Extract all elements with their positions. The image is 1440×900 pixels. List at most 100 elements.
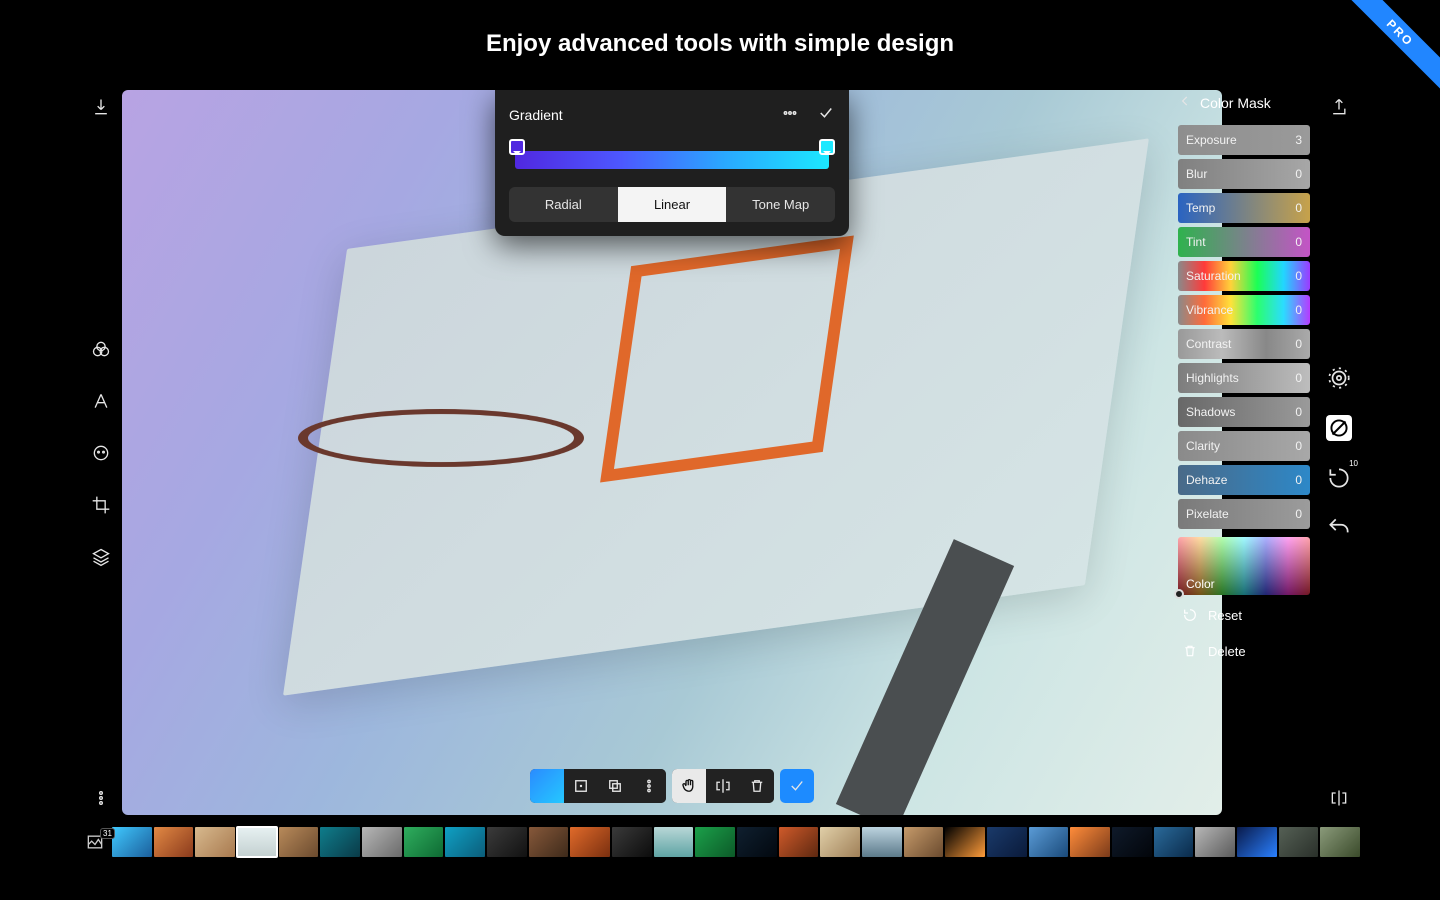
filmstrip-thumb[interactable] bbox=[987, 827, 1027, 857]
slider-blur[interactable]: Blur 0 bbox=[1178, 159, 1310, 189]
slider-dehaze[interactable]: Dehaze0 bbox=[1178, 465, 1310, 495]
slider-label: Blur bbox=[1186, 167, 1207, 181]
slider-contrast[interactable]: Contrast0 bbox=[1178, 329, 1310, 359]
gradient-tab-tonemap[interactable]: Tone Map bbox=[726, 187, 835, 222]
filmstrip-thumb[interactable] bbox=[320, 827, 360, 857]
tool-delete-icon[interactable] bbox=[740, 769, 774, 803]
mask-tool-icon[interactable] bbox=[1326, 415, 1352, 441]
filmstrip-thumb[interactable] bbox=[862, 827, 902, 857]
filmstrip-thumb[interactable] bbox=[570, 827, 610, 857]
share-icon[interactable] bbox=[1328, 96, 1350, 118]
slider-label: Tint bbox=[1186, 235, 1206, 249]
slider-label: Clarity bbox=[1186, 439, 1220, 453]
placeholder-target-square bbox=[600, 235, 854, 482]
filmstrip-thumb[interactable] bbox=[112, 827, 152, 857]
gradient-tab-radial[interactable]: Radial bbox=[509, 187, 618, 222]
filmstrip-thumb[interactable] bbox=[404, 827, 444, 857]
history-icon[interactable]: 10 bbox=[1326, 465, 1352, 491]
filmstrip-thumb[interactable] bbox=[904, 827, 944, 857]
compare-icon[interactable] bbox=[1328, 787, 1350, 809]
slider-value: 0 bbox=[1295, 507, 1302, 521]
slider-value: 0 bbox=[1295, 371, 1302, 385]
tool-selection-icon[interactable] bbox=[564, 769, 598, 803]
slider-label: Pixelate bbox=[1186, 507, 1229, 521]
slider-label: Temp bbox=[1186, 201, 1215, 215]
filmstrip-thumb[interactable] bbox=[237, 827, 277, 857]
filmstrip-thumb[interactable] bbox=[1112, 827, 1152, 857]
slider-value: 0 bbox=[1295, 167, 1302, 181]
filmstrip[interactable]: 31 bbox=[80, 824, 1360, 860]
slider-shadows[interactable]: Shadows 0 bbox=[1178, 397, 1310, 427]
filmstrip-thumb[interactable] bbox=[779, 827, 819, 857]
slider-color[interactable]: Color bbox=[1178, 537, 1310, 595]
filmstrip-thumb[interactable] bbox=[695, 827, 735, 857]
delete-button[interactable]: Delete bbox=[1178, 635, 1310, 667]
slider-temp[interactable]: Temp 0 bbox=[1178, 193, 1310, 223]
slider-value: 0 bbox=[1295, 405, 1302, 419]
face-icon[interactable] bbox=[90, 442, 112, 464]
slider-value: 0 bbox=[1295, 269, 1302, 283]
slider-pixelate[interactable]: Pixelate 0 bbox=[1178, 499, 1310, 529]
reset-button[interactable]: Reset bbox=[1178, 599, 1310, 631]
filmstrip-thumb[interactable] bbox=[1237, 827, 1277, 857]
slider-exposure[interactable]: Exposure3 bbox=[1178, 125, 1310, 155]
filmstrip-thumb[interactable] bbox=[1029, 827, 1069, 857]
gradient-track[interactable] bbox=[509, 141, 835, 173]
more-icon[interactable] bbox=[90, 787, 112, 809]
tool-more-icon[interactable] bbox=[632, 769, 666, 803]
crop-icon[interactable] bbox=[90, 494, 112, 516]
text-icon[interactable] bbox=[90, 390, 112, 412]
filmstrip-thumb[interactable] bbox=[612, 827, 652, 857]
filmstrip-thumb[interactable] bbox=[362, 827, 402, 857]
color-picker-handle[interactable] bbox=[1174, 589, 1184, 599]
filmstrip-thumb[interactable] bbox=[1279, 827, 1319, 857]
layers-icon[interactable] bbox=[90, 546, 112, 568]
filmstrip-thumb[interactable] bbox=[279, 827, 319, 857]
filmstrip-thumb[interactable] bbox=[945, 827, 985, 857]
panel-back-icon[interactable] bbox=[1178, 94, 1192, 111]
slider-color-label: Color bbox=[1186, 577, 1215, 591]
adjustments-icon[interactable] bbox=[90, 338, 112, 360]
tool-pan-icon[interactable] bbox=[672, 769, 706, 803]
slider-saturation[interactable]: Saturation 0 bbox=[1178, 261, 1310, 291]
download-icon[interactable] bbox=[90, 96, 112, 118]
tool-duplicate-icon[interactable] bbox=[598, 769, 632, 803]
gradient-confirm-icon[interactable] bbox=[817, 104, 835, 125]
image-canvas[interactable]: Gradient Radial Linear Tone Map bbox=[122, 90, 1222, 815]
panel-title: Color Mask bbox=[1200, 95, 1271, 111]
filmstrip-thumb[interactable] bbox=[1154, 827, 1194, 857]
library-icon[interactable]: 31 bbox=[80, 832, 110, 852]
filmstrip-thumb[interactable] bbox=[195, 827, 235, 857]
filmstrip-thumb[interactable] bbox=[654, 827, 694, 857]
filmstrip-thumb[interactable] bbox=[154, 827, 194, 857]
gradient-tab-linear[interactable]: Linear bbox=[618, 187, 727, 222]
slider-highlights[interactable]: Highlights0 bbox=[1178, 363, 1310, 393]
pro-ribbon-label: PRO bbox=[1336, 0, 1440, 97]
filmstrip-thumb[interactable] bbox=[1195, 827, 1235, 857]
history-badge: 10 bbox=[1349, 459, 1358, 468]
slider-tint[interactable]: Tint 0 bbox=[1178, 227, 1310, 257]
apply-button[interactable] bbox=[780, 769, 814, 803]
filmstrip-thumb[interactable] bbox=[529, 827, 569, 857]
slider-value: 0 bbox=[1295, 201, 1302, 215]
undo-icon[interactable] bbox=[1326, 515, 1352, 541]
slider-value: 0 bbox=[1295, 473, 1302, 487]
target-tool-icon[interactable] bbox=[1326, 365, 1352, 391]
slider-label: Saturation bbox=[1186, 269, 1241, 283]
slider-value: 0 bbox=[1295, 235, 1302, 249]
tool-gradient-icon[interactable] bbox=[530, 769, 564, 803]
slider-label: Shadows bbox=[1186, 405, 1235, 419]
headline: Enjoy advanced tools with simple design bbox=[0, 0, 1440, 58]
filmstrip-thumb[interactable] bbox=[737, 827, 777, 857]
gradient-stop-left[interactable] bbox=[509, 139, 525, 155]
gradient-stop-right[interactable] bbox=[819, 139, 835, 155]
gradient-more-icon[interactable] bbox=[781, 104, 799, 125]
filmstrip-thumb[interactable] bbox=[487, 827, 527, 857]
slider-vibrance[interactable]: Vibrance0 bbox=[1178, 295, 1310, 325]
slider-clarity[interactable]: Clarity0 bbox=[1178, 431, 1310, 461]
filmstrip-thumb[interactable] bbox=[820, 827, 860, 857]
filmstrip-thumb[interactable] bbox=[1070, 827, 1110, 857]
filmstrip-thumb[interactable] bbox=[445, 827, 485, 857]
tool-flip-icon[interactable] bbox=[706, 769, 740, 803]
filmstrip-thumb[interactable] bbox=[1320, 827, 1360, 857]
